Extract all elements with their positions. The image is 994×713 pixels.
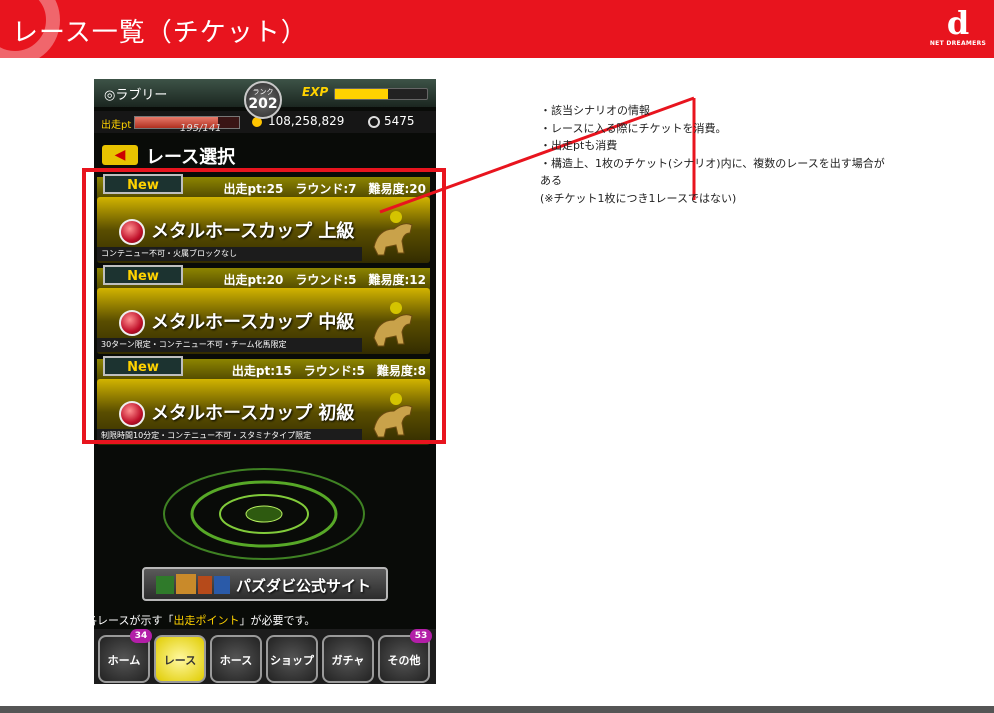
back-arrow-icon: ◀	[114, 147, 126, 163]
nav-race[interactable]: レース	[154, 635, 206, 683]
gem-icon	[368, 116, 380, 128]
exp-label: EXP	[302, 85, 329, 99]
nav-horse[interactable]: ホース	[210, 635, 262, 683]
coin-value: 108,258,829	[268, 114, 345, 128]
stamina-label: 出走pt	[101, 120, 132, 131]
gem-value: 5475	[384, 114, 415, 128]
exp-fill	[335, 89, 389, 99]
note-line: ・出走ptも消費	[540, 139, 618, 152]
section-header: ◀ レース選択	[102, 143, 302, 168]
stamina-value: 195/141	[180, 123, 222, 134]
note-line: ・レースに入る際にチケットを消費。	[540, 121, 727, 135]
nav-gacha[interactable]: ガチャ	[322, 635, 374, 683]
logo-text: NET DREAMERS	[929, 40, 987, 47]
nav-shop[interactable]: ショップ	[266, 635, 318, 683]
company-logo: d NET DREAMERS	[928, 6, 988, 56]
slide-header: レース一覧（チケット） d NET DREAMERS	[0, 0, 994, 58]
note-line: ある	[540, 174, 562, 187]
points-note: 各レースが示す「出走ポイント」が必要です。	[94, 612, 315, 628]
slide-title: レース一覧（チケット）	[12, 18, 308, 48]
note-line: ・該当シナリオの情報	[540, 104, 650, 117]
bottom-nav: ホーム レース ホース ショップ ガチャ その他 34 53	[94, 629, 436, 684]
note-text: 」が必要です。	[239, 614, 316, 627]
nav-label: その他	[387, 654, 421, 667]
rank-badge: ランク 202	[244, 81, 282, 119]
annotation-notes: ・該当シナリオの情報 ・レースに入る際にチケットを消費。 ・出走ptも消費 ・構…	[540, 102, 885, 207]
other-badge: 53	[410, 629, 432, 643]
nav-label: ガチャ	[331, 654, 365, 667]
official-site-label: パズダビ公式サイト	[236, 577, 372, 595]
section-title: レース選択	[146, 147, 236, 168]
nav-label: ショップ	[270, 654, 314, 667]
note-text: 各レースが示す「	[94, 614, 174, 627]
exp-bar	[334, 88, 428, 100]
note-line: (※チケット1枚につき1レースではない)	[540, 191, 737, 205]
nav-label: レース	[163, 654, 197, 667]
note-highlight: 出走ポイント	[173, 614, 240, 627]
back-button[interactable]: ◀	[102, 145, 138, 165]
player-name: ◎ラブリー	[104, 88, 168, 103]
official-site-button[interactable]: パズダビ公式サイト	[142, 567, 388, 601]
nav-label: ホース	[219, 654, 253, 667]
logo-mark: d	[946, 4, 970, 42]
nav-label: ホーム	[107, 654, 141, 667]
highlight-box	[82, 168, 446, 444]
home-badge: 34	[130, 629, 152, 643]
footer-bar	[0, 706, 994, 713]
horses-banner-icon	[156, 574, 230, 594]
rank-value: 202	[248, 96, 278, 112]
note-line: ・構造上、1枚のチケット(シナリオ)内に、複数のレースを出す場合が	[540, 156, 885, 170]
